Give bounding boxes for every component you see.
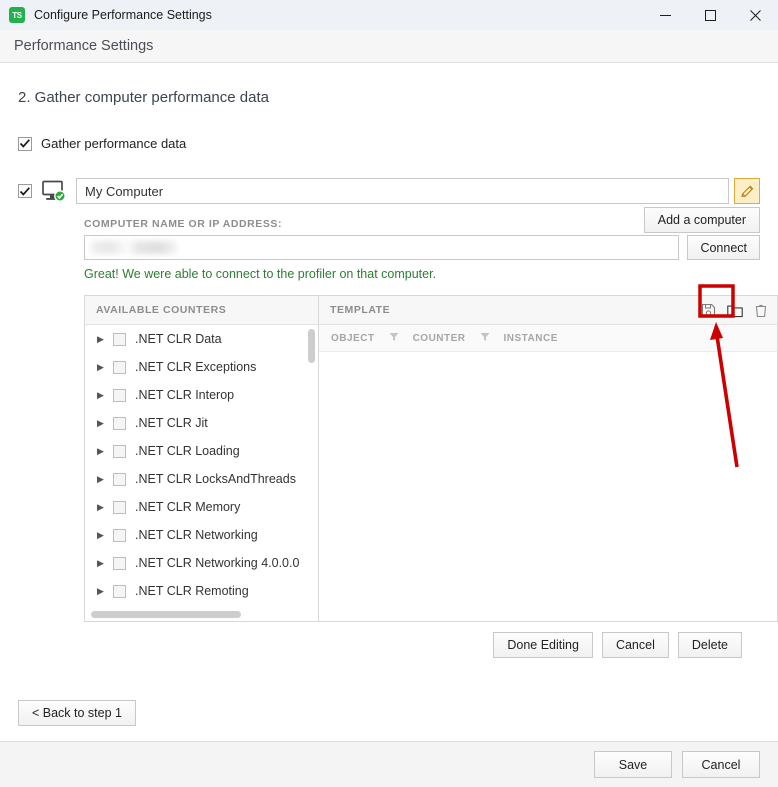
computer-enabled-checkbox[interactable] <box>18 184 32 198</box>
gather-performance-data-row: Gather performance data <box>18 136 760 151</box>
available-counters-list[interactable]: ▶ .NET CLR Data ▶ .NET CLR Exceptions ▶ … <box>85 325 318 608</box>
monitor-connected-icon <box>42 180 67 202</box>
computer-address-input[interactable] <box>84 235 680 260</box>
computer-name-input[interactable] <box>76 178 729 204</box>
connect-button[interactable]: Connect <box>687 235 760 260</box>
gather-performance-data-label: Gather performance data <box>41 136 187 151</box>
footer-cancel-button[interactable]: Cancel <box>682 751 760 778</box>
connection-status-message: Great! We were able to connect to the pr… <box>84 267 437 281</box>
list-item[interactable]: ▶ .NET CLR Memory <box>85 493 318 521</box>
title-bar: TS Configure Performance Settings <box>0 0 778 30</box>
ts-logo-icon: TS <box>9 7 25 23</box>
chevron-right-icon[interactable]: ▶ <box>97 334 109 344</box>
column-header-counter[interactable]: COUNTER <box>413 333 466 344</box>
template-rows-area[interactable] <box>319 352 777 621</box>
computer-row <box>18 178 760 204</box>
window-title: Configure Performance Settings <box>34 8 212 22</box>
counter-checkbox[interactable] <box>113 388 126 402</box>
counter-checkbox[interactable] <box>113 472 126 486</box>
template-column: TEMPLATE OBJECT COUNTER INSTANCE <box>319 296 777 621</box>
chevron-right-icon[interactable]: ▶ <box>97 586 109 596</box>
chevron-right-icon[interactable]: ▶ <box>97 474 109 484</box>
chevron-right-icon[interactable]: ▶ <box>97 502 109 512</box>
counters-horizontal-scrollbar[interactable] <box>85 608 318 621</box>
counter-label: .NET CLR Loading <box>135 444 240 458</box>
list-item[interactable]: ▶ .NET CLR Networking 4.0.0.0 <box>85 549 318 577</box>
list-item[interactable]: ▶ .NET CLR Jit <box>85 409 318 437</box>
counter-checkbox[interactable] <box>113 528 126 542</box>
redacted-address-value <box>91 241 177 254</box>
list-item[interactable]: ▶ .NET CLR LocksAndThreads <box>85 465 318 493</box>
available-counters-header: AVAILABLE COUNTERS <box>85 296 318 325</box>
counter-label: .NET CLR Remoting <box>135 584 249 598</box>
counter-label: .NET CLR Jit <box>135 416 208 430</box>
list-item[interactable]: ▶ .NET CLR Loading <box>85 437 318 465</box>
available-counters-header-label: AVAILABLE COUNTERS <box>96 304 227 316</box>
maximize-icon[interactable] <box>688 0 733 30</box>
close-icon[interactable] <box>733 0 778 30</box>
counter-checkbox[interactable] <box>113 584 126 598</box>
counter-label: .NET CLR Memory <box>135 500 241 514</box>
page-title: Performance Settings <box>14 38 154 54</box>
open-template-folder-icon[interactable] <box>726 302 743 319</box>
list-item[interactable]: ▶ .NET CLR Networking <box>85 521 318 549</box>
counter-label: .NET CLR LocksAndThreads <box>135 472 296 486</box>
back-to-step-1-button[interactable]: < Back to step 1 <box>18 700 136 726</box>
counter-checkbox[interactable] <box>113 500 126 514</box>
list-item[interactable]: ▶ .NET CLR Remoting <box>85 577 318 605</box>
counter-checkbox[interactable] <box>113 332 126 346</box>
filter-object-icon[interactable] <box>389 332 399 345</box>
panel-cancel-button[interactable]: Cancel <box>601 632 669 658</box>
add-computer-button[interactable]: Add a computer <box>643 207 760 233</box>
list-item[interactable]: ▶ .NET CLR Exceptions <box>85 353 318 381</box>
list-item[interactable]: ▶ .NET CLR Interop <box>85 381 318 409</box>
delete-template-icon[interactable] <box>752 302 769 319</box>
list-item[interactable]: ▶ .NET CLR Data <box>85 325 318 353</box>
gather-performance-data-checkbox[interactable] <box>18 136 32 151</box>
counter-label: .NET CLR Exceptions <box>135 360 257 374</box>
template-header: TEMPLATE <box>319 296 777 325</box>
template-header-label: TEMPLATE <box>330 304 391 316</box>
chevron-right-icon[interactable]: ▶ <box>97 558 109 568</box>
counter-label: .NET CLR Networking <box>135 528 258 542</box>
counter-checkbox[interactable] <box>113 444 126 458</box>
delete-button[interactable]: Delete <box>677 632 742 658</box>
page-header: Performance Settings <box>0 30 778 63</box>
done-editing-button[interactable]: Done Editing <box>493 632 593 658</box>
column-header-instance[interactable]: INSTANCE <box>504 333 558 344</box>
main-content: 2. Gather computer performance data Add … <box>0 89 778 726</box>
column-header-object[interactable]: OBJECT <box>331 333 375 344</box>
counters-horizontal-scrollbar-thumb[interactable] <box>91 611 241 618</box>
chevron-right-icon[interactable]: ▶ <box>97 362 109 372</box>
available-counters-column: AVAILABLE COUNTERS ▶ .NET CLR Data ▶ .NE… <box>85 296 319 621</box>
edit-computer-button[interactable] <box>734 178 760 204</box>
counter-label: .NET CLR Data <box>135 332 222 346</box>
counter-label: .NET CLR Networking 4.0.0.0 <box>135 556 300 570</box>
window-controls <box>643 0 778 30</box>
chevron-right-icon[interactable]: ▶ <box>97 418 109 428</box>
filter-counter-icon[interactable] <box>480 332 490 345</box>
minimize-icon[interactable] <box>643 0 688 30</box>
panel-actions: Done Editing Cancel Delete <box>18 632 760 658</box>
dialog-footer: Save Cancel <box>0 741 778 787</box>
template-grid-header: OBJECT COUNTER INSTANCE <box>319 325 777 352</box>
save-button[interactable]: Save <box>594 751 672 778</box>
computer-address-row: Connect <box>84 235 760 260</box>
counter-checkbox[interactable] <box>113 416 126 430</box>
counter-checkbox[interactable] <box>113 556 126 570</box>
chevron-right-icon[interactable]: ▶ <box>97 446 109 456</box>
save-template-icon[interactable] <box>700 302 717 319</box>
counter-label: .NET CLR Interop <box>135 388 235 402</box>
template-toolbar <box>700 296 769 325</box>
counters-panel: AVAILABLE COUNTERS ▶ .NET CLR Data ▶ .NE… <box>84 295 778 622</box>
counter-checkbox[interactable] <box>113 360 126 374</box>
chevron-right-icon[interactable]: ▶ <box>97 390 109 400</box>
step-title: 2. Gather computer performance data <box>18 89 269 106</box>
counters-vertical-scrollbar[interactable] <box>308 329 315 363</box>
chevron-right-icon[interactable]: ▶ <box>97 530 109 540</box>
